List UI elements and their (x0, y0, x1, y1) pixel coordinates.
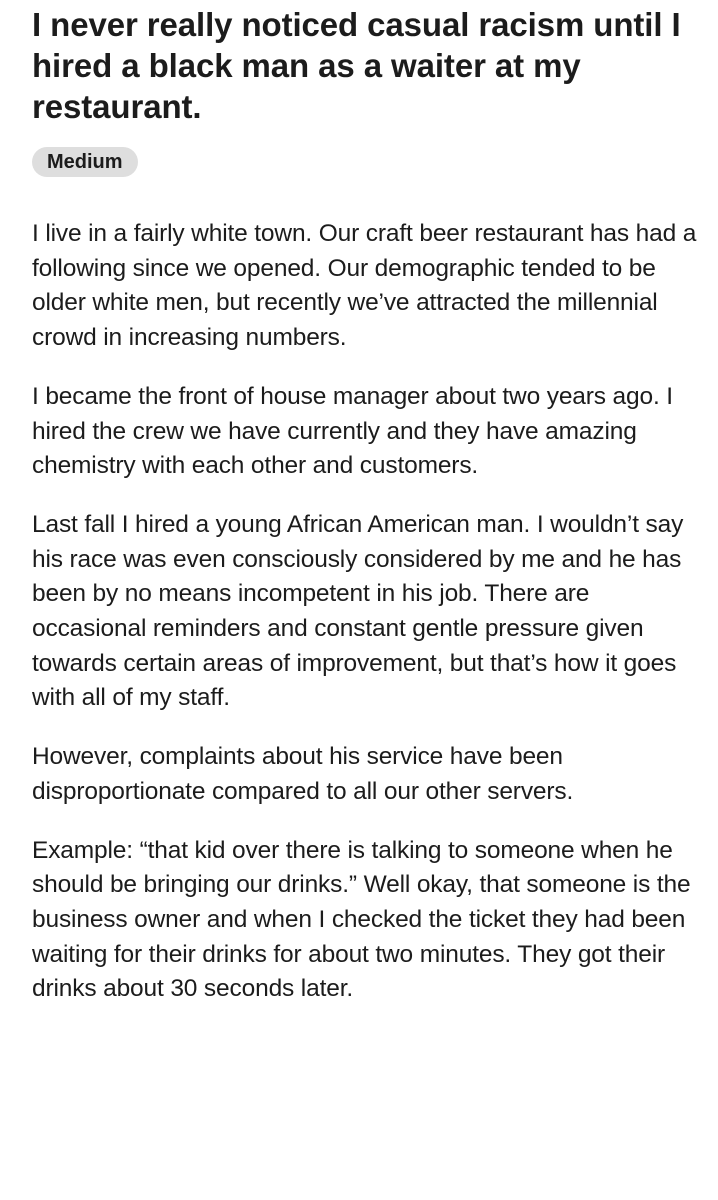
flair-row: Medium (32, 147, 704, 177)
post-body: I live in a fairly white town. Our craft… (32, 217, 704, 1007)
post-paragraph-3: Last fall I hired a young African Americ… (32, 510, 684, 712)
post-paragraph-2: I became the front of house manager abou… (32, 382, 673, 480)
post-paragraph-4: However, complaints about his service ha… (32, 743, 574, 805)
post: I never really noticed casual racism unt… (32, 0, 704, 1031)
post-paragraph-1: I live in a fairly white town. Our craft… (32, 220, 697, 352)
post-paragraph-5: Example: “that kid over there is talking… (32, 836, 691, 1003)
post-flair[interactable]: Medium (32, 147, 138, 177)
post-title[interactable]: I never really noticed casual racism unt… (32, 0, 704, 127)
